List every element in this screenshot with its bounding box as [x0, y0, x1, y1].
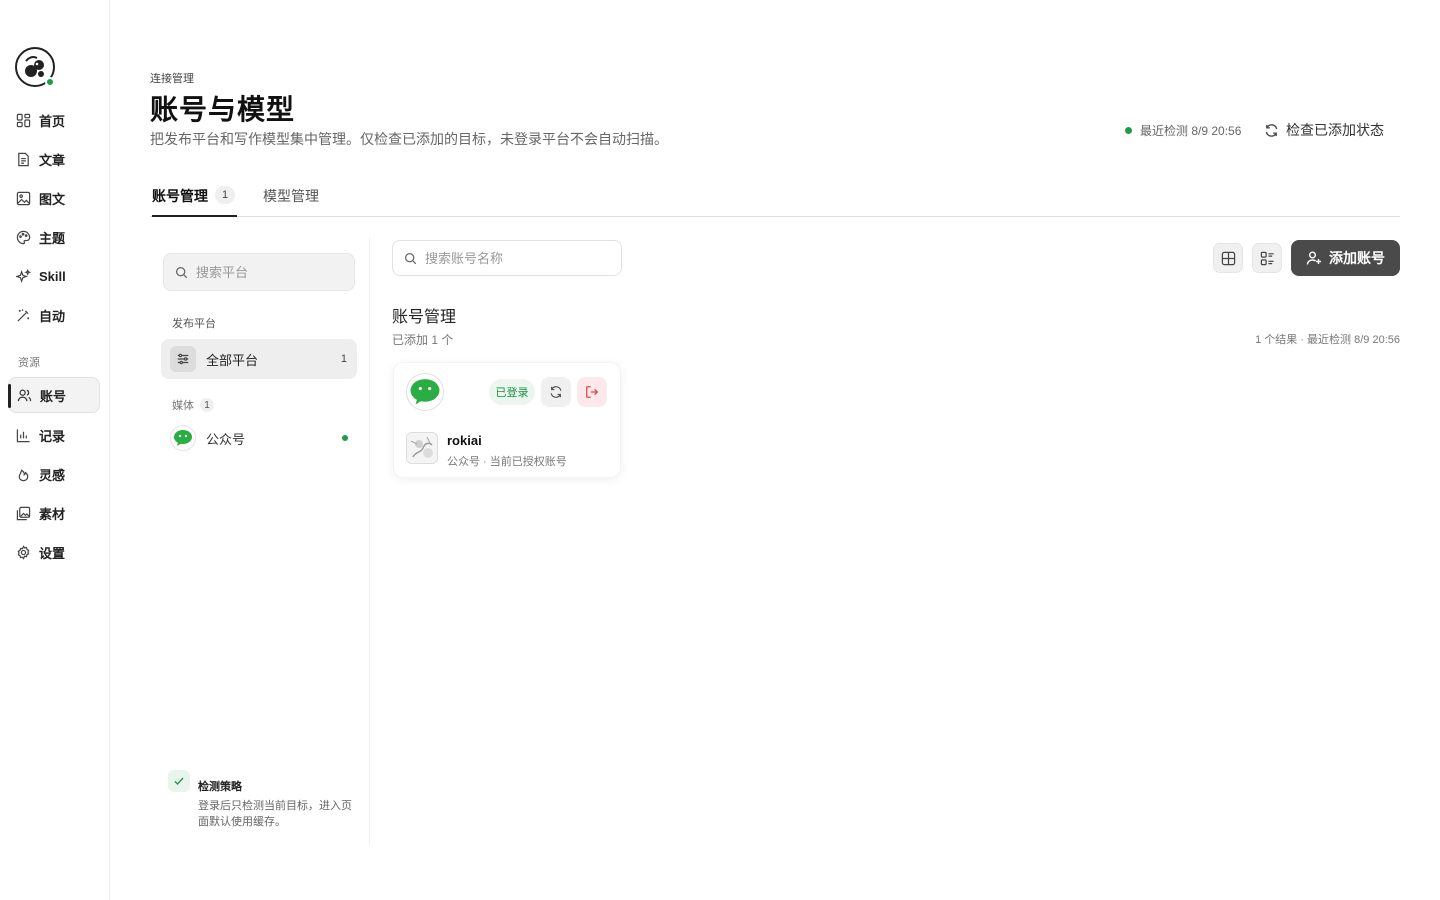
sidebar: 首页 文章 图文 主题 Skill 自动 资源 账号 记录 灵感 素材 设置 — [0, 0, 110, 900]
sidebar-item-label: 账号 — [40, 388, 67, 404]
filter-icon — [170, 346, 196, 372]
tab-label: 模型管理 — [263, 188, 319, 204]
tab-models[interactable]: 模型管理 — [263, 182, 319, 217]
avatar — [406, 432, 438, 464]
add-account-button[interactable]: 添加账号 — [1291, 240, 1400, 276]
page-description: 把发布平台和写作模型集中管理。仅检查已添加的目标，未登录平台不会自动扫描。 — [150, 131, 668, 147]
sidebar-item-records[interactable]: 记录 — [8, 417, 100, 453]
section-title: 账号管理 — [392, 309, 457, 326]
sidebar-item-label: 素材 — [39, 506, 66, 522]
search-icon — [404, 252, 417, 264]
sidebar-item-home[interactable]: 首页 — [8, 102, 100, 138]
check-status-label: 检查已添加状态 — [1286, 122, 1384, 138]
connected-status-dot — [342, 435, 348, 441]
account-search-input[interactable] — [425, 250, 575, 266]
logout-account-button[interactable] — [577, 377, 607, 407]
tab-label: 账号管理 — [152, 188, 208, 204]
sidebar-item-label: 图文 — [39, 191, 66, 207]
account-description: 公众号 · 当前已授权账号 — [447, 456, 567, 468]
list-view-icon — [1260, 251, 1274, 265]
sidebar-item-inspiration[interactable]: 灵感 — [8, 456, 100, 492]
wand-icon — [15, 307, 31, 323]
grid-icon — [15, 112, 31, 128]
platform-label: 公众号 — [206, 431, 246, 447]
sidebar-item-label: 设置 — [39, 545, 66, 561]
platform-search[interactable] — [163, 253, 355, 291]
online-status-dot — [45, 77, 55, 87]
images-icon — [15, 505, 31, 521]
sidebar-item-themes[interactable]: 主题 — [8, 219, 100, 255]
sidebar-section-label: 资源 — [18, 357, 40, 369]
sidebar-item-accounts[interactable]: 账号 — [8, 377, 100, 413]
platform-search-input[interactable] — [196, 264, 346, 280]
account-card[interactable]: 已登录 rokiai 公众号 · 当前已授权账号 — [393, 362, 621, 478]
add-account-label: 添加账号 — [1329, 250, 1385, 266]
all-platforms-label: 全部平台 — [206, 352, 259, 368]
page-eyebrow: 连接管理 — [150, 73, 194, 85]
wechat-icon — [170, 425, 196, 451]
list-view-button[interactable] — [1252, 243, 1282, 273]
tab-bar: 账号管理 1 模型管理 — [150, 182, 1400, 217]
section-subtitle: 已添加 1 个 — [392, 333, 454, 347]
tab-accounts[interactable]: 账号管理 1 — [152, 182, 237, 217]
sidebar-item-materials[interactable]: 素材 — [8, 495, 100, 531]
last-check-text: 最近检测 8/9 20:56 — [1140, 124, 1242, 138]
sidebar-item-label: 灵感 — [39, 467, 66, 483]
sidebar-item-label: 主题 — [39, 230, 66, 246]
platform-group-label: 发布平台 — [172, 318, 216, 330]
search-icon — [175, 266, 188, 278]
check-status-button[interactable]: 检查已添加状态 — [1264, 117, 1384, 143]
sparkles-icon — [15, 268, 31, 284]
sidebar-item-graphics[interactable]: 图文 — [8, 180, 100, 216]
sidebar-item-auto[interactable]: 自动 — [8, 297, 100, 333]
all-platforms-count: 1 — [340, 353, 347, 365]
wechat-icon — [406, 373, 444, 411]
flame-icon — [15, 466, 31, 482]
logged-in-badge: 已登录 — [489, 379, 535, 405]
account-name: rokiai — [447, 433, 482, 448]
sidebar-item-articles[interactable]: 文章 — [8, 141, 100, 177]
refresh-account-button[interactable] — [541, 377, 571, 407]
grid-view-icon — [1221, 251, 1235, 265]
results-summary: 1 个结果 · 最近检测 8/9 20:56 — [1255, 334, 1400, 346]
sidebar-item-label: 记录 — [39, 428, 66, 444]
strategy-description: 登录后只检测当前目标，进入页面默认使用缓存。 — [198, 800, 352, 828]
media-count-badge: 1 — [200, 398, 214, 412]
logout-icon — [586, 386, 599, 398]
page-title: 账号与模型 — [150, 94, 296, 125]
palette-icon — [15, 229, 31, 245]
sidebar-item-settings[interactable]: 设置 — [8, 534, 100, 570]
users-icon — [16, 387, 32, 403]
media-group-label: 媒体 1 — [172, 397, 214, 413]
all-platforms-item[interactable]: 全部平台 1 — [161, 339, 357, 379]
sidebar-item-label: 文章 — [39, 152, 66, 168]
strategy-title: 检测策略 — [198, 781, 242, 793]
platform-panel: 发布平台 全部平台 1 媒体 1 公众号 检测策略 登录后只检测当前目标，进入页… — [150, 237, 370, 845]
add-user-icon — [1306, 251, 1321, 265]
sidebar-item-label: Skill — [39, 268, 66, 284]
sidebar-item-label: 首页 — [39, 113, 66, 129]
last-check-status: 最近检测 8/9 20:56 — [1125, 122, 1241, 139]
image-icon — [15, 190, 31, 206]
gear-icon — [15, 544, 31, 560]
refresh-icon — [550, 386, 562, 398]
account-search[interactable] — [392, 240, 622, 276]
check-icon — [168, 770, 190, 792]
document-icon — [15, 151, 31, 167]
media-label-text: 媒体 — [172, 400, 194, 412]
sidebar-item-skill[interactable]: Skill — [8, 258, 100, 294]
grid-view-button[interactable] — [1213, 243, 1243, 273]
platform-item-wechat[interactable]: 公众号 — [170, 425, 356, 451]
refresh-icon — [1265, 123, 1278, 137]
status-dot — [1125, 127, 1132, 134]
bar-chart-icon — [15, 427, 31, 443]
tab-count-badge: 1 — [215, 186, 235, 204]
sidebar-item-label: 自动 — [39, 308, 66, 324]
